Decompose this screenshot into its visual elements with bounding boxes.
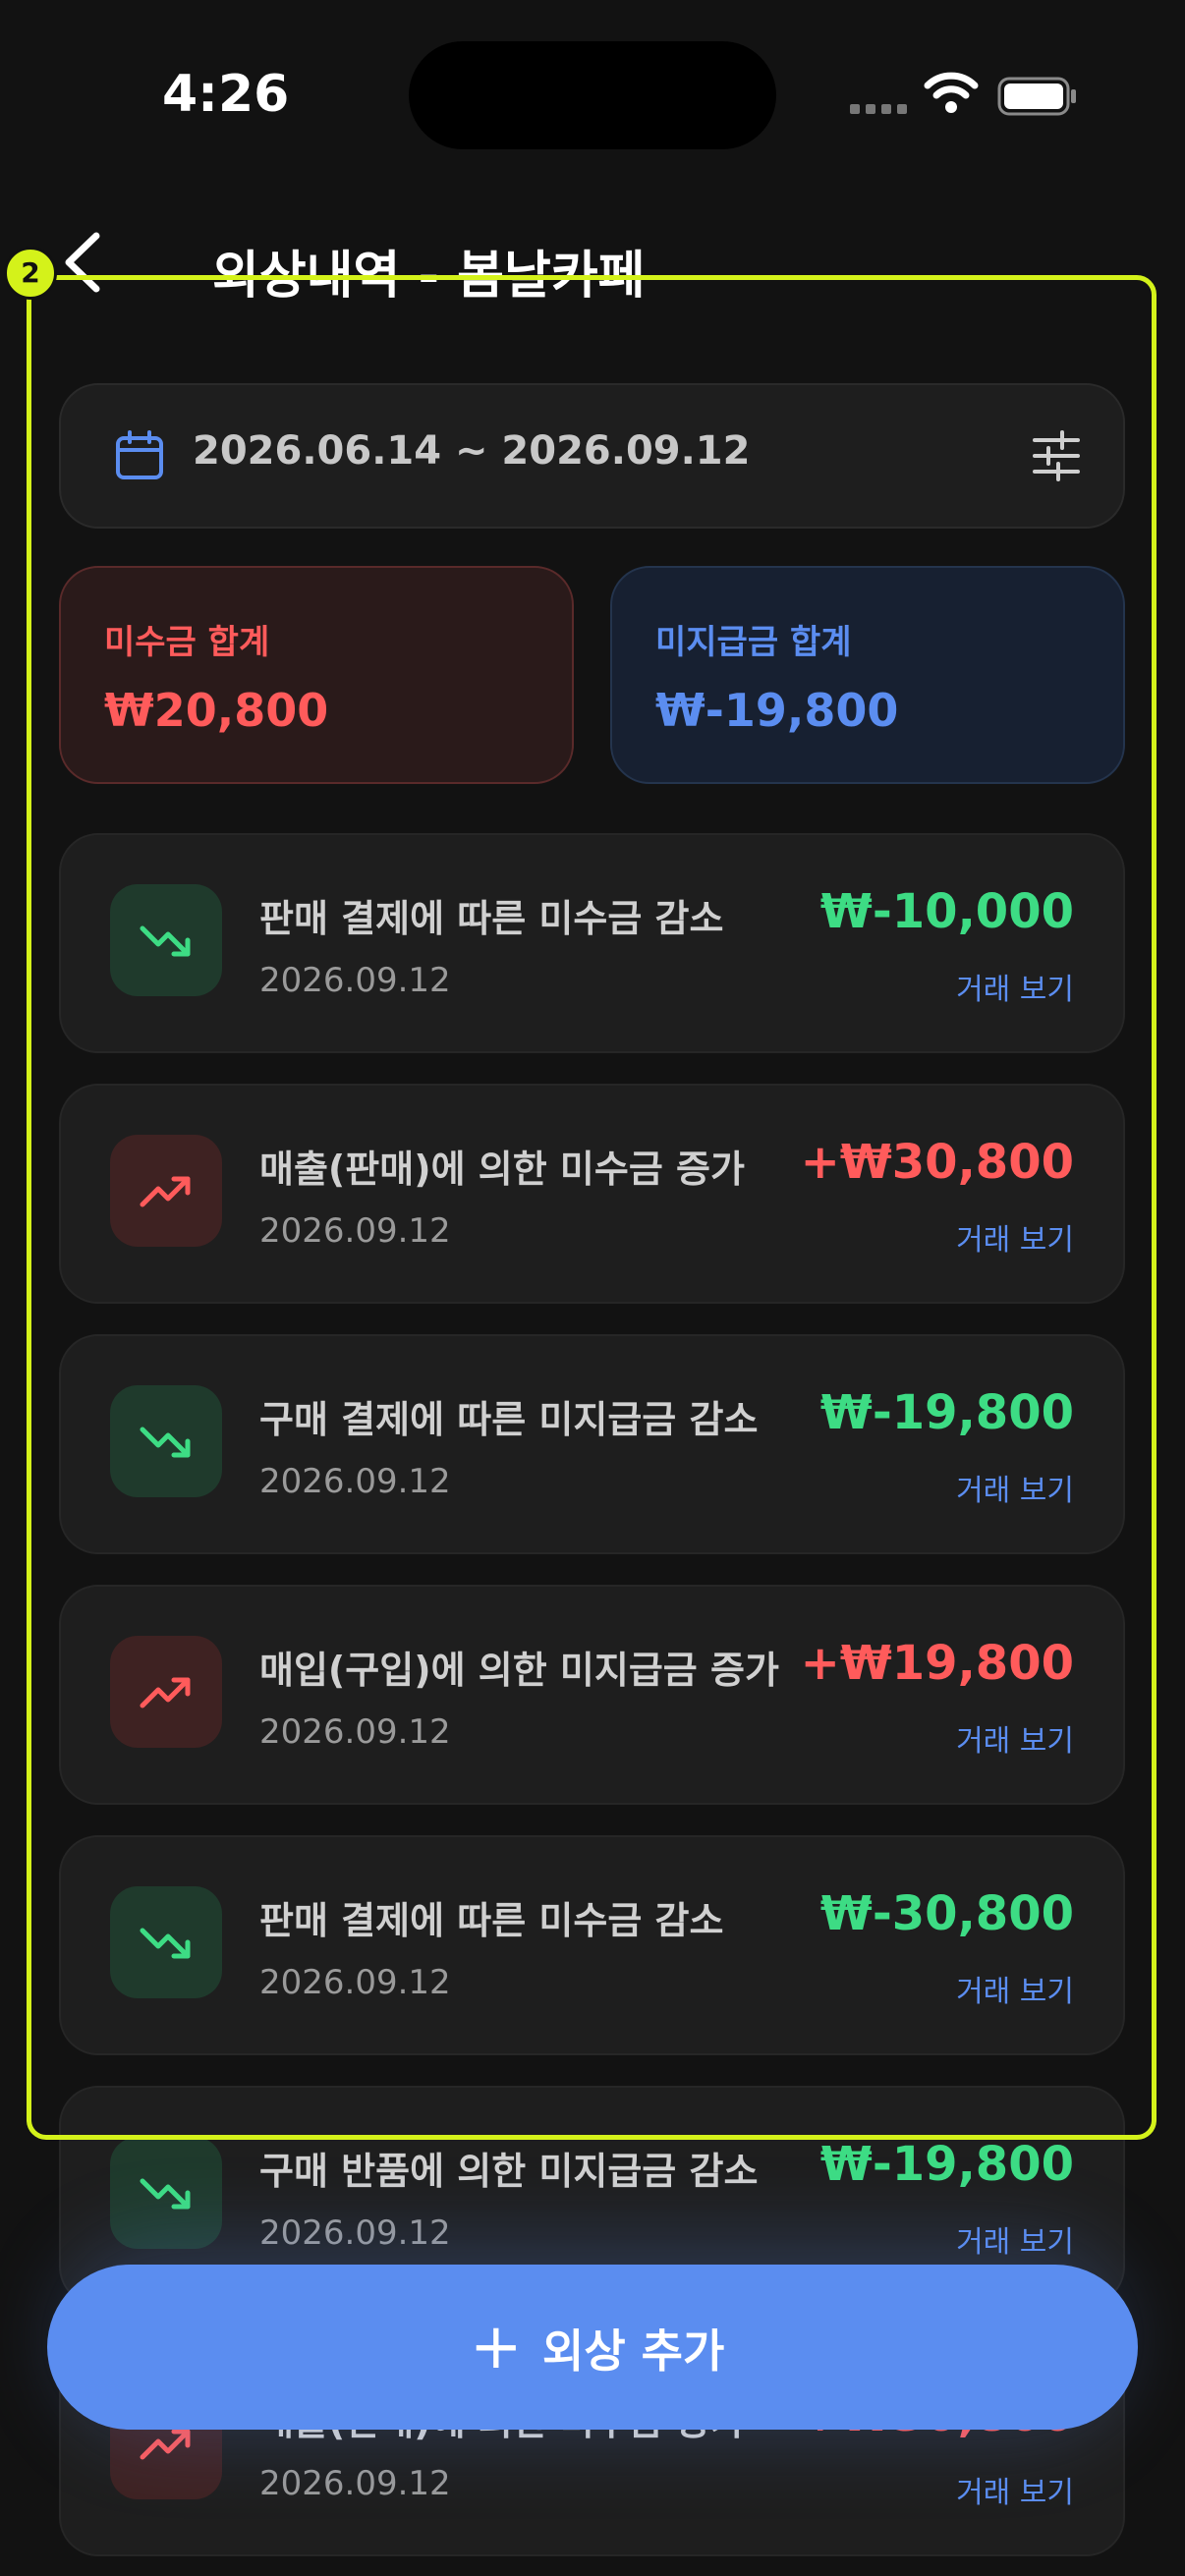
transaction-amount: +₩19,800 <box>800 1636 1074 1691</box>
wifi-icon <box>924 72 979 113</box>
transaction-card[interactable]: 판매 결제에 따른 미수금 감소 2026.09.12 ₩-10,000 거래 … <box>59 833 1125 1053</box>
add-credit-label: 외상 추가 <box>542 2324 725 2378</box>
view-transaction-link[interactable]: 거래 보기 <box>956 1215 1074 1259</box>
view-transaction-link[interactable]: 거래 보기 <box>956 1716 1074 1760</box>
payable-summary-card: 미지급금 합계 ₩-19,800 <box>610 566 1125 784</box>
dynamic-island <box>409 41 776 149</box>
transaction-title: 구매 반품에 의한 미지급금 감소 <box>259 2150 759 2193</box>
trending-down-icon <box>110 1385 222 1497</box>
add-credit-button[interactable]: + 외상 추가 <box>47 2265 1138 2430</box>
payable-total-amount: ₩-19,800 <box>655 684 899 737</box>
transaction-title: 판매 결제에 따른 미수금 감소 <box>259 897 724 940</box>
receivable-total-label: 미수금 합계 <box>104 623 270 662</box>
view-transaction-link[interactable]: 거래 보기 <box>956 965 1074 1008</box>
transaction-amount: ₩-30,800 <box>819 1886 1074 1941</box>
receivable-total-amount: ₩20,800 <box>104 684 329 737</box>
back-button[interactable] <box>57 230 108 295</box>
trending-down-icon <box>110 2137 222 2249</box>
transaction-amount: ₩-10,000 <box>819 884 1074 939</box>
receivable-summary-card: 미수금 합계 ₩20,800 <box>59 566 574 784</box>
trending-up-icon <box>110 1135 222 1247</box>
transaction-amount: ₩-19,800 <box>819 2137 1074 2192</box>
plus-icon: + <box>470 2311 523 2383</box>
transaction-card[interactable]: 매입(구입)에 의한 미지급금 증가 2026.09.12 +₩19,800 거… <box>59 1585 1125 1805</box>
transaction-amount: ₩-19,800 <box>819 1385 1074 1440</box>
trending-down-icon <box>110 1886 222 1998</box>
transaction-amount: +₩30,800 <box>800 1135 1074 1190</box>
transaction-date: 2026.09.12 <box>259 1462 451 1501</box>
view-transaction-link[interactable]: 거래 보기 <box>956 1967 1074 2010</box>
transaction-card[interactable]: 판매 결제에 따른 미수금 감소 2026.09.12 ₩-30,800 거래 … <box>59 1835 1125 2055</box>
transaction-title: 매출(판매)에 의한 미수금 증가 <box>259 1148 745 1191</box>
date-range-filter[interactable]: 2026.06.14 ~ 2026.09.12 <box>59 383 1125 529</box>
transaction-card[interactable]: 구매 결제에 따른 미지급금 감소 2026.09.12 ₩-19,800 거래… <box>59 1334 1125 1554</box>
cellular-signal-icon <box>850 104 907 118</box>
transaction-card[interactable]: 매출(판매)에 의한 미수금 증가 2026.09.12 +₩30,800 거래… <box>59 1084 1125 1304</box>
filter-sliders-icon[interactable] <box>1029 428 1084 483</box>
status-time: 4:26 <box>162 65 290 124</box>
transaction-date: 2026.09.12 <box>259 1963 451 2002</box>
highlight-region-badge: 2 <box>4 247 57 300</box>
calendar-icon <box>116 430 163 479</box>
view-transaction-link[interactable]: 거래 보기 <box>956 1466 1074 1509</box>
transaction-date: 2026.09.12 <box>259 961 451 1000</box>
transaction-date: 2026.09.12 <box>259 1211 451 1251</box>
trending-down-icon <box>110 884 222 996</box>
view-transaction-link[interactable]: 거래 보기 <box>956 2468 1074 2511</box>
transaction-title: 판매 결제에 따른 미수금 감소 <box>259 1899 724 1942</box>
date-range-text: 2026.06.14 ~ 2026.09.12 <box>193 428 751 474</box>
transaction-date: 2026.09.12 <box>259 2464 451 2503</box>
status-bar: 4:26 <box>0 0 1185 196</box>
transaction-date: 2026.09.12 <box>259 1712 451 1752</box>
transaction-title: 매입(구입)에 의한 미지급금 증가 <box>259 1649 779 1692</box>
trending-up-icon <box>110 1636 222 1748</box>
page-title: 외상내역 - 봄날카페 <box>212 247 646 306</box>
transaction-title: 구매 결제에 따른 미지급금 감소 <box>259 1398 759 1441</box>
battery-icon <box>997 77 1076 116</box>
payable-total-label: 미지급금 합계 <box>655 623 852 662</box>
